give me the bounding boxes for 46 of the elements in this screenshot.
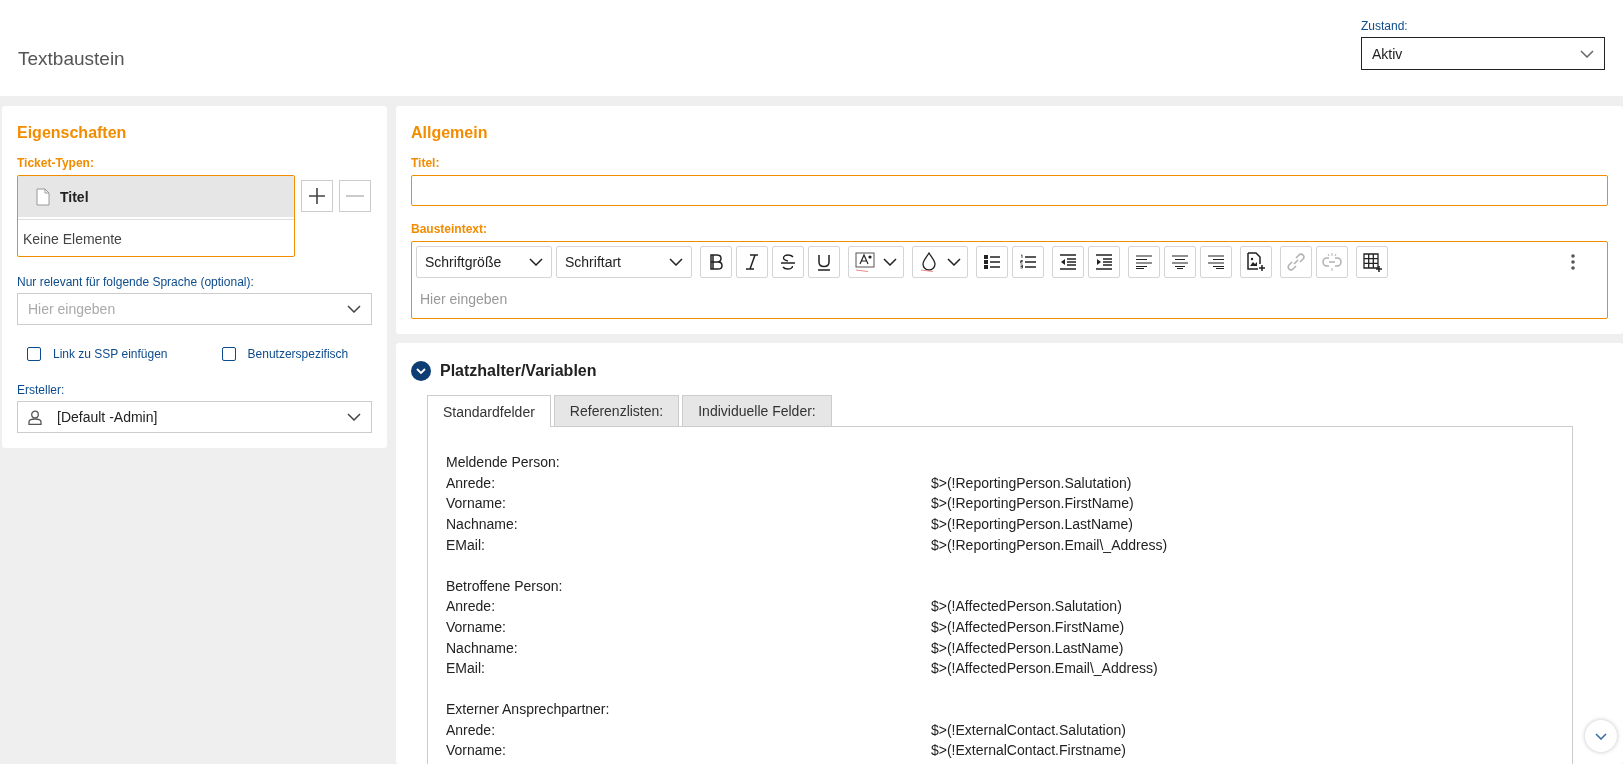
page-title: Textbaustein (18, 48, 125, 70)
tab[interactable]: Referenzlisten: (553, 395, 680, 426)
group-heading: Meldende Person: (446, 453, 561, 472)
variable-code: $>(!AffectedPerson.LastName) (931, 638, 1124, 658)
section-title: Allgemein (411, 124, 488, 142)
variable-code: $>(!ReportingPerson.Salutation) (931, 473, 1132, 493)
field-label: Vorname: (446, 494, 506, 514)
creator-dropdown[interactable]: [Default -Admin] (17, 401, 372, 433)
field-label: Bausteintext: (411, 222, 487, 236)
field-label: Ticket-Typen: (17, 156, 94, 170)
variable-code: $>(!ExternalContact.Salutation) (931, 720, 1126, 740)
field-label: Anrede: (446, 473, 496, 493)
field-label: Vorname: (446, 741, 506, 761)
variable-code: $>(!ReportingPerson.Email\_Address) (931, 535, 1168, 555)
field-label: Zustand: (1361, 19, 1409, 33)
variable-code: $>(!ReportingPerson.FirstName) (931, 494, 1134, 514)
empty-text: Keine Elemente (23, 231, 122, 247)
placeholder-text: Hier eingeben (420, 291, 508, 307)
checkbox-option[interactable]: Benutzerspezifisch (221, 347, 349, 361)
status-dropdown[interactable]: Aktiv (1361, 37, 1605, 70)
tab[interactable]: Standardfelder (427, 395, 551, 427)
text-editor[interactable]: Schriftgröße Schriftart Hier eingeben (411, 241, 1608, 319)
field-label: Titel: (411, 156, 440, 170)
variable-code: $>(!ReportingPerson.LastName) (931, 515, 1133, 535)
font-dropdown[interactable]: Schriftart (556, 246, 692, 278)
field-label: Anrede: (446, 720, 496, 740)
field-label: Ersteller: (17, 383, 66, 397)
variable-code: $>(!AffectedPerson.FirstName) (931, 617, 1125, 637)
variable-code: $>(!AffectedPerson.Salutation) (931, 597, 1122, 617)
section-title: Platzhalter/Variablen (440, 362, 597, 380)
field-label: Nachname: (446, 638, 518, 658)
field-label: Nur relevant für folgende Sprache (optional): (17, 275, 255, 289)
field-label: Vorname: (446, 617, 506, 637)
tab[interactable]: Individuelle Felder: (682, 395, 832, 426)
field-label: EMail: (446, 659, 485, 679)
column-header: Titel (60, 188, 89, 205)
field-label: Nachname: (446, 515, 518, 535)
section-title: Eigenschaften (17, 124, 127, 142)
field-label: EMail: (446, 535, 485, 555)
group-heading: Betroffene Person: (446, 576, 564, 596)
field-label: Anrede: (446, 597, 496, 617)
checkbox-option[interactable]: Link zu SSP einfügen (27, 347, 168, 361)
group-heading: Externer Ansprechpartner: (446, 700, 611, 720)
font-dropdown[interactable]: Schriftgröße (416, 246, 552, 278)
variable-code: $>(!AffectedPerson.Email\_Address) (931, 659, 1158, 679)
variable-code: $>(!ExternalContact.Firstname) (931, 741, 1126, 761)
